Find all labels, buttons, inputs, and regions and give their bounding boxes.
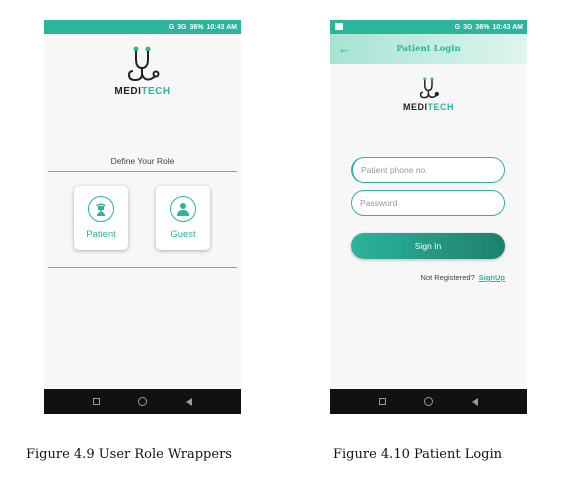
app-logo: MEDITECH	[44, 44, 241, 97]
role-title: Define Your Role	[110, 156, 175, 166]
battery-level: 36%	[189, 23, 204, 31]
patient-icon	[88, 196, 114, 222]
figure-caption-1: Figure 4.9 User Role Wrappers	[26, 447, 232, 462]
back-arrow-icon[interactable]: ←	[338, 41, 351, 56]
network-3g-label: 3G	[177, 23, 187, 31]
page-title: Patient Login	[396, 44, 461, 54]
register-row: Not Registered? SignUp	[421, 273, 505, 282]
figure-caption-2: Figure 4.10 Patient Login	[333, 447, 503, 462]
phone-input[interactable]: Patient phone no.	[351, 157, 505, 183]
sign-in-label: Sign In	[414, 241, 442, 251]
network-label: G	[454, 23, 461, 31]
status-time: 10:43 AM	[206, 23, 237, 31]
app-bar: ← Patient Login	[330, 34, 527, 64]
role-card-patient[interactable]: Patient	[74, 186, 128, 250]
status-time: 10:43 AM	[492, 23, 523, 31]
home-icon[interactable]	[424, 397, 434, 406]
phone-placeholder: Patient phone no.	[361, 165, 428, 175]
sign-in-button[interactable]: Sign In	[351, 233, 505, 259]
battery-level: 36%	[475, 23, 490, 31]
logo-suffix: TECH	[141, 86, 171, 97]
password-placeholder: Password	[360, 198, 398, 208]
role-label-patient: Patient	[86, 229, 116, 240]
guest-icon	[170, 196, 196, 222]
image-notification-icon	[335, 23, 343, 30]
back-icon[interactable]	[471, 397, 478, 406]
phone-screen-patient-login: G 3G 36% 10:43 AM ← Patient Login MEDITE…	[330, 20, 527, 414]
recent-apps-icon[interactable]	[93, 398, 101, 405]
role-card-guest[interactable]: Guest	[156, 186, 210, 250]
stethoscope-icon	[419, 77, 439, 99]
phone-screen-user-role: G 3G 36% 10:43 AM MEDITECH Define Your R…	[44, 20, 241, 414]
not-registered-text: Not Registered?	[420, 273, 475, 282]
signup-link[interactable]: SignUp	[479, 273, 505, 282]
logo-wordmark: MEDITECH	[114, 86, 170, 97]
app-logo: MEDITECH	[330, 76, 527, 112]
status-bar: G 3G 36% 10:43 AM	[330, 20, 527, 34]
logo-prefix: MEDI	[114, 86, 142, 97]
logo-prefix: MEDI	[403, 102, 428, 112]
role-label-guest: Guest	[170, 229, 196, 240]
network-label: G	[168, 23, 175, 31]
recent-apps-icon[interactable]	[379, 398, 387, 405]
divider-bottom	[48, 267, 237, 268]
android-nav-bar	[330, 389, 527, 414]
status-bar: G 3G 36% 10:43 AM	[44, 20, 241, 34]
android-nav-bar	[44, 389, 241, 414]
password-input[interactable]: Password	[351, 190, 505, 216]
home-icon[interactable]	[138, 397, 148, 406]
logo-suffix: TECH	[427, 102, 454, 112]
stethoscope-icon	[127, 46, 159, 82]
back-icon[interactable]	[185, 397, 192, 406]
network-3g-label: 3G	[463, 23, 473, 31]
logo-wordmark: MEDITECH	[403, 102, 454, 112]
divider-top	[48, 171, 237, 172]
